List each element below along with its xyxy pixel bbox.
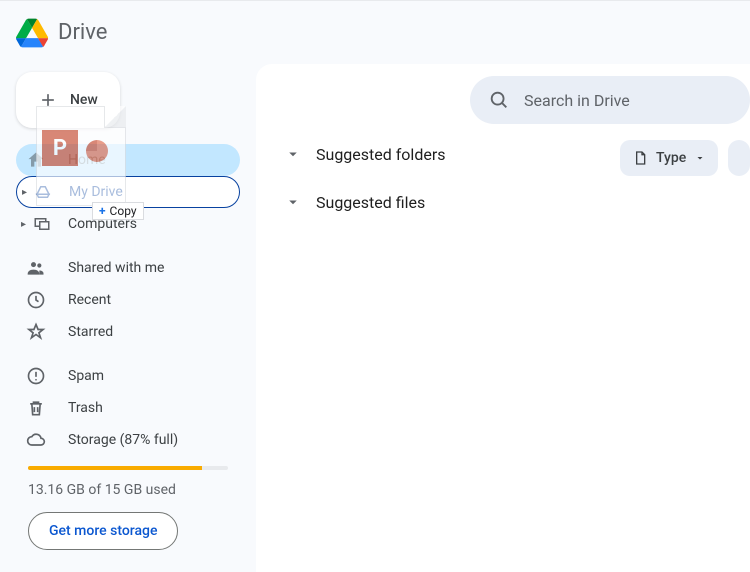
- chevron-down-icon: [284, 193, 302, 211]
- storage-fill: [28, 466, 202, 470]
- sidebar-item-storage[interactable]: Storage (87% full): [16, 424, 240, 456]
- trash-icon: [26, 398, 46, 418]
- chevron-down-icon: [284, 145, 302, 163]
- copy-label: Copy: [110, 204, 137, 218]
- app-title: Drive: [58, 20, 107, 45]
- search-placeholder: Search in Drive: [524, 91, 630, 110]
- spam-icon: [26, 366, 46, 386]
- search-icon: [488, 89, 510, 111]
- sidebar-item-label: Recent: [68, 292, 111, 308]
- section-title: Suggested folders: [316, 145, 446, 164]
- home-icon: [26, 150, 46, 170]
- drive-logo-lockup[interactable]: Drive: [16, 17, 107, 49]
- cloud-icon: [26, 430, 46, 450]
- filter-chip-more[interactable]: [728, 140, 750, 176]
- storage-bar: [28, 466, 228, 470]
- plus-icon: +: [99, 204, 106, 218]
- plus-icon: [38, 90, 58, 110]
- people-icon: [26, 258, 46, 278]
- new-button-label: New: [70, 92, 98, 108]
- sidebar-item-label: Home: [68, 152, 106, 168]
- get-more-storage-button[interactable]: Get more storage: [28, 512, 178, 550]
- sidebar-item-label: My Drive: [69, 184, 123, 200]
- sidebar-item-starred[interactable]: Starred: [16, 316, 240, 348]
- sidebar-item-label: Starred: [68, 324, 113, 340]
- expand-icon[interactable]: ▸: [21, 219, 31, 230]
- sidebar-item-label: Shared with me: [68, 260, 164, 276]
- sidebar: New Home ▸ My Drive ▸ Computers: [0, 64, 256, 550]
- sidebar-item-trash[interactable]: Trash: [16, 392, 240, 424]
- file-icon: [632, 150, 648, 166]
- sidebar-item-label: Trash: [68, 400, 103, 416]
- search-input[interactable]: Search in Drive: [470, 76, 750, 124]
- storage-used-text: 13.16 GB of 15 GB used: [28, 482, 228, 498]
- sidebar-item-spam[interactable]: Spam: [16, 360, 240, 392]
- sidebar-item-shared[interactable]: Shared with me: [16, 252, 240, 284]
- computers-icon: [33, 215, 51, 233]
- sidebar-item-label: Storage (87% full): [68, 432, 178, 448]
- chevron-down-icon: [694, 152, 706, 164]
- sidebar-item-label: Spam: [68, 368, 104, 384]
- chip-label: Type: [656, 150, 686, 166]
- drive-icon: [34, 183, 52, 201]
- expand-icon[interactable]: ▸: [22, 187, 32, 198]
- drive-logo-icon: [16, 17, 48, 49]
- section-title: Suggested files: [316, 193, 425, 212]
- suggested-files-toggle[interactable]: Suggested files: [284, 178, 750, 226]
- filter-chip-type[interactable]: Type: [620, 140, 718, 176]
- drag-tooltip-copy: + Copy: [92, 202, 144, 220]
- star-icon: [26, 322, 46, 342]
- sidebar-item-home[interactable]: Home: [16, 144, 240, 176]
- new-button[interactable]: New: [16, 72, 120, 128]
- sidebar-item-recent[interactable]: Recent: [16, 284, 240, 316]
- clock-icon: [26, 290, 46, 310]
